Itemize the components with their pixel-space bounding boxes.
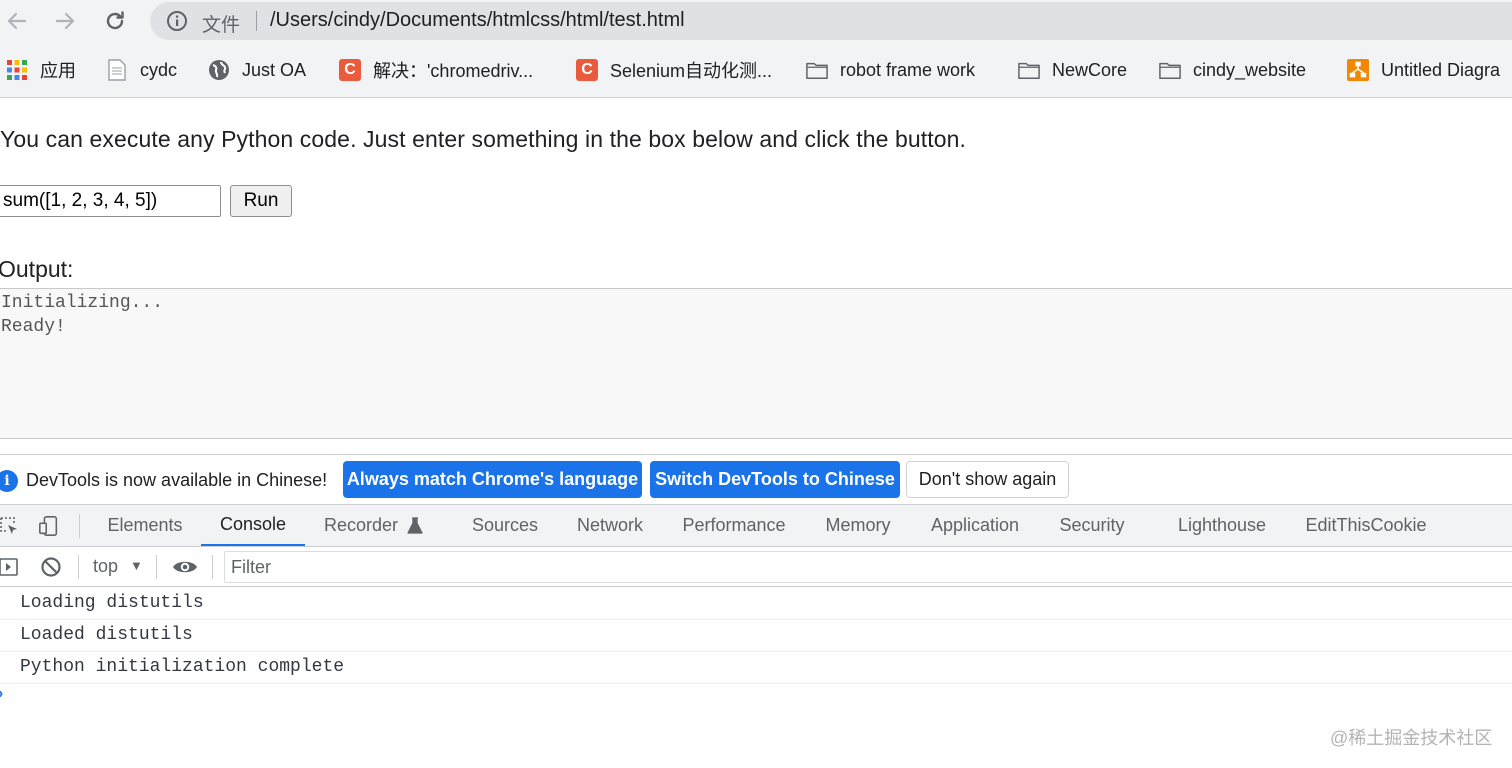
chevron-down-icon[interactable]: ▼: [130, 558, 143, 573]
run-button[interactable]: Run: [230, 185, 292, 217]
back-arrow-icon[interactable]: [2, 6, 32, 36]
dont-show-again-button[interactable]: Don't show again: [906, 461, 1069, 498]
tab-network[interactable]: Network: [562, 505, 658, 546]
bookmark-label: 解决：'chromedriv...: [373, 61, 534, 81]
tab-sources[interactable]: Sources: [457, 505, 553, 546]
folder-icon: [806, 59, 828, 81]
bookmark-folder-cindy-website[interactable]: cindy_website: [1159, 56, 1306, 84]
tab-elements[interactable]: Elements: [95, 505, 195, 546]
switch-to-chinese-button[interactable]: Switch DevTools to Chinese: [650, 461, 900, 498]
clear-console-icon[interactable]: [40, 556, 62, 578]
globe-icon: [208, 59, 230, 81]
console-log-line: Loaded distutils: [0, 620, 1512, 652]
bookmark-apps[interactable]: 应用: [6, 56, 76, 84]
console-log-line: Loading distutils: [0, 588, 1512, 620]
bookmark-label: cydc: [140, 59, 178, 80]
console-toolbar: top ▼ Filter: [0, 547, 1512, 587]
bookmark-just-oa[interactable]: Just OA: [208, 56, 306, 84]
apps-grid-icon: [6, 59, 28, 81]
address-bar[interactable]: 文件 /Users/cindy/Documents/htmlcss/html/t…: [150, 2, 1512, 40]
toolbar-divider: [212, 555, 213, 579]
code-input[interactable]: [0, 185, 221, 217]
bookmark-label: cindy_website: [1193, 59, 1307, 80]
c-site-icon: C: [339, 59, 361, 81]
bookmarks-bar: 应用 cydc Just OA C 解决：'chromedriv... C Se…: [0, 42, 1512, 98]
devtools-panel: i DevTools is now available in Chinese! …: [0, 454, 1512, 768]
tab-application[interactable]: Application: [918, 505, 1032, 546]
tab-console[interactable]: Console: [201, 505, 305, 546]
browser-toolbar: 文件 /Users/cindy/Documents/htmlcss/html/t…: [0, 0, 1512, 42]
tab-memory[interactable]: Memory: [812, 505, 904, 546]
output-label: Output:: [0, 256, 74, 282]
output-line: Ready!: [1, 317, 66, 337]
console-filter-input[interactable]: Filter: [224, 551, 1512, 583]
intro-text: You can execute any Python code. Just en…: [0, 126, 967, 152]
tab-security[interactable]: Security: [1046, 505, 1138, 546]
tab-performance[interactable]: Performance: [670, 505, 798, 546]
folder-icon: [1018, 59, 1040, 81]
context-selector[interactable]: top: [93, 556, 118, 577]
toolbar-divider: [79, 514, 80, 538]
console-log-line: Python initialization complete: [0, 652, 1512, 684]
flask-icon: [404, 515, 426, 537]
bookmark-label: Untitled Diagra: [1381, 59, 1501, 80]
tab-recorder[interactable]: Recorder: [312, 505, 410, 546]
toolbar-divider: [156, 555, 157, 579]
log-message: Loading distutils: [20, 593, 204, 613]
bookmark-cydc[interactable]: cydc: [106, 56, 177, 84]
console-prompt-icon[interactable]: ›: [0, 685, 3, 703]
eye-icon[interactable]: [172, 556, 198, 578]
bookmark-label: Selenium自动化测...: [610, 61, 773, 81]
bookmark-untitled-diagram[interactable]: Untitled Diagra: [1347, 56, 1500, 84]
bookmark-label: robot frame work: [840, 59, 976, 80]
output-line: Initializing...: [1, 293, 164, 313]
inspect-element-icon[interactable]: [0, 515, 20, 537]
url-text[interactable]: /Users/cindy/Documents/htmlcss/html/test…: [270, 9, 685, 32]
info-icon: i: [0, 470, 18, 492]
device-toolbar-icon[interactable]: [38, 515, 60, 537]
reload-icon[interactable]: [100, 6, 130, 36]
tab-lighthouse[interactable]: Lighthouse: [1164, 505, 1280, 546]
bookmark-selenium[interactable]: C Selenium自动化测...: [576, 56, 772, 84]
language-infobar: i DevTools is now available in Chinese! …: [0, 455, 1512, 505]
forward-arrow-icon[interactable]: [50, 6, 80, 36]
bookmark-folder-newcore[interactable]: NewCore: [1018, 56, 1127, 84]
watermark: @稀土掘金技术社区: [1330, 728, 1493, 748]
bookmark-label: NewCore: [1052, 59, 1128, 80]
address-divider: [256, 11, 257, 31]
devtools-tab-bar: Elements Console Recorder Sources Networ…: [0, 505, 1512, 547]
page-icon: [106, 59, 128, 81]
always-match-language-button[interactable]: Always match Chrome's language: [343, 461, 642, 498]
bookmark-folder-robot-frame-work[interactable]: robot frame work: [806, 56, 975, 84]
c-site-icon: C: [576, 59, 598, 81]
bookmark-label: 应用: [40, 61, 76, 81]
tab-editthiscookie[interactable]: EditThisCookie: [1294, 505, 1438, 546]
file-scheme-label: 文件: [202, 15, 241, 36]
diagram-icon: [1347, 59, 1369, 81]
output-area[interactable]: Initializing... Ready!: [0, 288, 1512, 439]
info-circle-icon[interactable]: [166, 10, 188, 37]
bookmark-label: Just OA: [242, 59, 307, 80]
bookmark-chromedriver[interactable]: C 解决：'chromedriv...: [339, 56, 533, 84]
log-message: Loaded distutils: [20, 625, 193, 645]
infobar-message: DevTools is now available in Chinese!: [26, 470, 328, 490]
show-sidebar-icon[interactable]: [0, 556, 20, 578]
folder-icon: [1159, 59, 1181, 81]
toolbar-divider: [78, 555, 79, 579]
log-message: Python initialization complete: [20, 657, 345, 677]
